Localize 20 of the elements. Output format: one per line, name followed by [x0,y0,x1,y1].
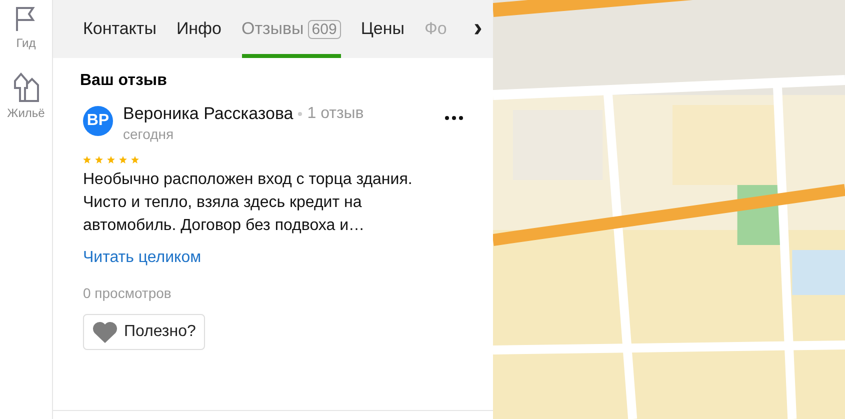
count-badge: 609 [308,20,341,38]
house-icon [13,72,39,102]
review-date: сегодня [123,126,175,142]
tab[interactable]: Инфо [176,0,222,58]
more-icon [445,116,463,120]
author-name[interactable]: Вероника Рассказова [123,104,294,124]
section-heading: Ваш отзыв [80,72,167,90]
tab[interactable]: Цены [360,0,404,58]
next-tab-button[interactable]: › [463,0,493,58]
sidebar-item[interactable]: Гид [16,36,36,50]
tab[interactable]: Контакты [83,0,156,58]
views-count: 0 просмотров [83,285,172,301]
useful-button[interactable]: Полезно? [83,314,205,350]
avatar[interactable]: ВР [83,106,113,136]
heart-icon [92,321,118,343]
review-count: 1 отзыв [307,105,364,123]
sidebar-item[interactable]: Жильё [7,106,45,120]
separator-dot [298,112,302,116]
review-text: Необычно расположен вход с торца здания. Чисто и тепло, взяла здесь кредит на автомобиль. Договор без подвоха и… [83,170,414,236]
read-more-link[interactable]: Читать целиком [83,249,202,267]
